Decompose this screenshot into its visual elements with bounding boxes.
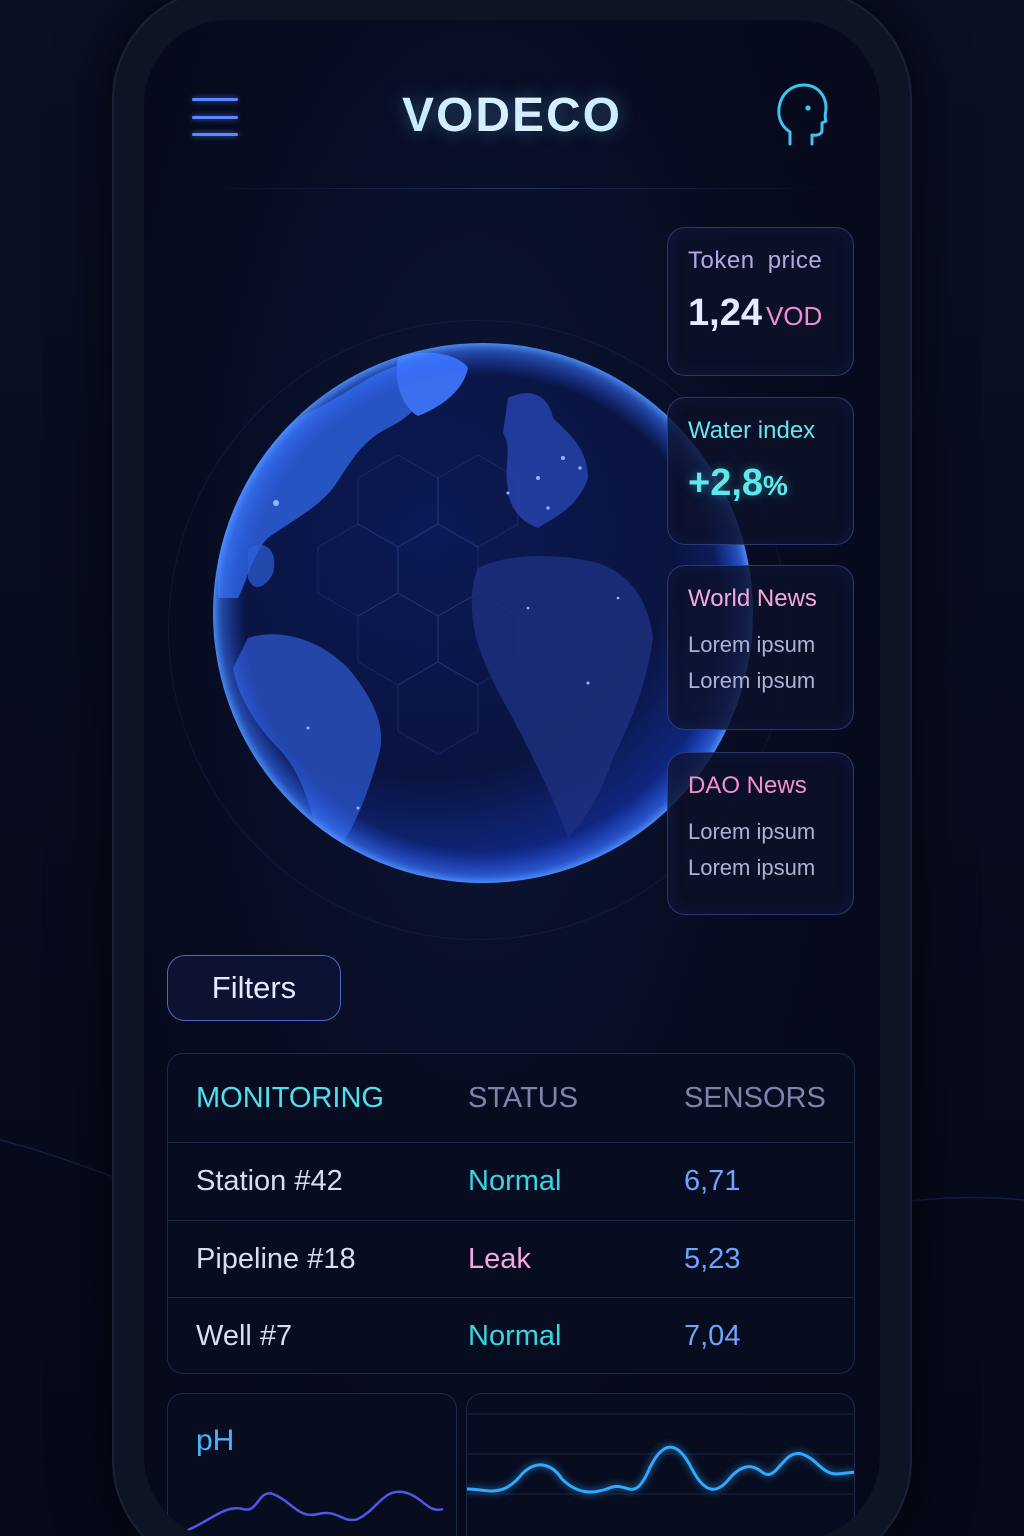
table-row[interactable]: Station #42 Normal 6,71 [168,1142,854,1220]
token-price-value: 1,24 VOD [688,292,833,335]
row-name: Well #7 [196,1320,293,1352]
dao-news-item[interactable]: Lorem ipsum [688,857,833,879]
filters-button[interactable]: Filters [167,955,341,1021]
token-price-label: Token price [688,247,823,274]
ph-sparkline [177,1490,444,1536]
table-header-row: MONITORING STATUS SENSORS [168,1054,854,1142]
row-sensor-value: 7,04 [684,1320,741,1352]
world-news-label: World News [688,585,817,612]
column-header-monitoring[interactable]: MONITORING [196,1054,384,1142]
row-sensor-value: 6,71 [684,1165,741,1197]
phone-screen: VODECO Token price 1,24 VOD Water index … [144,20,880,1536]
column-header-sensors[interactable]: SENSORS [684,1054,826,1142]
water-index-card[interactable]: Water index +2,8% [667,397,854,545]
sensor-wave-chart [467,1413,854,1495]
row-sensor-value: 5,23 [684,1243,741,1275]
head-profile-icon[interactable] [772,80,832,150]
row-name: Station #42 [196,1165,343,1197]
table-row[interactable]: Well #7 Normal 7,04 [168,1297,854,1375]
monitoring-table: MONITORING STATUS SENSORS Station #42 No… [167,1053,855,1374]
row-name: Pipeline #18 [196,1243,356,1275]
header-divider [184,188,840,189]
ph-label: pH [196,1424,235,1457]
world-news-card[interactable]: World News Lorem ipsum Lorem ipsum [667,565,854,730]
dao-news-card[interactable]: DAO News Lorem ipsum Lorem ipsum [667,752,854,915]
water-index-unit: % [763,470,788,501]
water-index-number: +2,8 [688,462,764,504]
ph-chart-panel[interactable]: pH [167,1393,457,1536]
row-status: Normal [468,1320,562,1352]
row-status: Leak [468,1243,531,1275]
token-price-card[interactable]: Token price 1,24 VOD [667,227,854,376]
token-price-number: 1,24 [688,292,762,334]
token-price-unit: VOD [765,301,823,331]
dao-news-item[interactable]: Lorem ipsum [688,821,833,843]
world-news-item[interactable]: Lorem ipsum [688,670,833,692]
water-index-value: +2,8% [688,462,833,505]
dao-news-label: DAO News [688,772,807,799]
sensor-wave-chart-panel[interactable] [466,1393,855,1536]
row-status: Normal [468,1165,562,1197]
table-row[interactable]: Pipeline #18 Leak 5,23 [168,1220,854,1298]
water-index-label: Water index [688,417,816,444]
world-news-item[interactable]: Lorem ipsum [688,634,833,656]
app-title: VODECO [144,88,880,143]
column-header-status[interactable]: STATUS [468,1054,578,1142]
